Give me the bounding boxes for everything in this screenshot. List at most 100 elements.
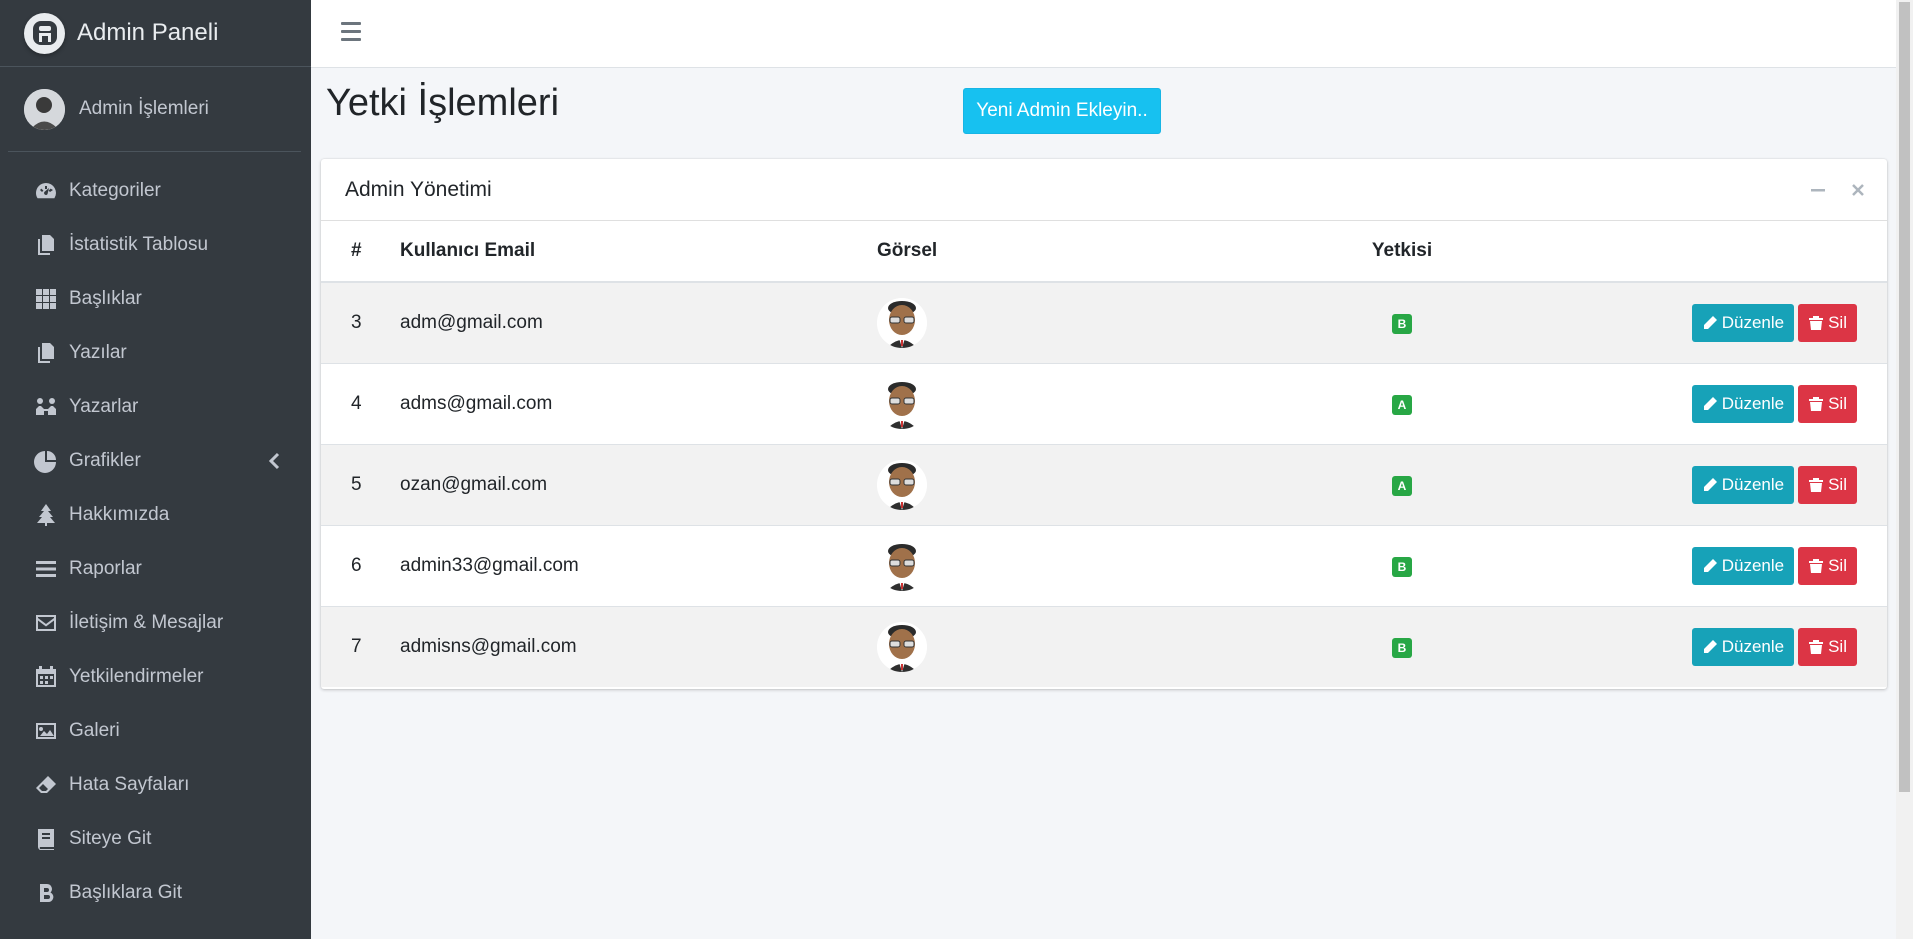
sidebar-item-grafikler[interactable]: Grafikler (0, 434, 311, 488)
sidebar-item-kategoriler[interactable]: Kategoriler (0, 164, 311, 218)
trash-icon (1809, 477, 1824, 492)
delete-label: Sil (1828, 555, 1847, 575)
image-icon (33, 718, 59, 744)
sidebar-item-yazarlar[interactable]: Yazarlar (0, 380, 311, 434)
column-header-image: Görsel (877, 221, 1287, 283)
delete-label: Sil (1828, 312, 1847, 332)
edit-label: Düzenle (1721, 393, 1785, 413)
brand-link[interactable]: Admin Paneli (0, 0, 311, 67)
sidebar-item-istatistik[interactable]: İstatistik Tablosu (0, 218, 311, 272)
sidebar-item-hakkimizda[interactable]: Hakkımızda (0, 488, 311, 542)
scrollbar-thumb[interactable] (1899, 2, 1910, 792)
grid-icon (33, 286, 59, 312)
content-header: Yetki İşlemleri (326, 82, 559, 125)
close-icon[interactable] (1849, 181, 1867, 199)
pie-chart-icon (33, 448, 59, 474)
column-header-actions (1517, 221, 1887, 283)
sidebar-item-galeri[interactable]: Galeri (0, 704, 311, 758)
row-id: 6 (321, 524, 400, 606)
sidebar-item-raporlar[interactable]: Raporlar (0, 542, 311, 596)
sidebar-item-basliklar[interactable]: Başlıklar (0, 272, 311, 326)
column-header-role: Yetkisi (1287, 221, 1517, 283)
sidebar-item-label: İstatistik Tablosu (69, 234, 209, 255)
sidebar-item-siteye-git[interactable]: Siteye Git (0, 812, 311, 866)
table-header-row: # Kullanıcı Email Görsel Yetkisi (321, 221, 1887, 283)
sidebar-item-basliklara-git[interactable]: Başlıklara Git (0, 866, 311, 920)
row-email: adm@gmail.com (400, 281, 877, 363)
chevron-left-icon (268, 452, 280, 470)
admin-avatar-image (877, 297, 927, 348)
sidebar-nav: Kategoriler İstatistik Tablosu Başlıklar… (0, 152, 311, 920)
edit-label: Düzenle (1721, 636, 1785, 656)
sidebar-item-label: Hakkımızda (69, 504, 170, 525)
envelope-icon (33, 610, 59, 636)
card-tools (1809, 181, 1867, 199)
page-scrollbar[interactable] (1896, 0, 1913, 939)
delete-button[interactable]: Sil (1798, 627, 1857, 666)
row-id: 7 (321, 605, 400, 687)
trash-icon (1809, 639, 1824, 654)
role-badge: B (1392, 556, 1412, 577)
delete-label: Sil (1828, 636, 1847, 656)
user-name: Admin İşlemleri (79, 98, 209, 119)
edit-button[interactable]: Düzenle (1691, 627, 1795, 666)
delete-button[interactable]: Sil (1798, 465, 1857, 504)
edit-button[interactable]: Düzenle (1691, 303, 1795, 342)
row-email: adms@gmail.com (400, 362, 877, 444)
book-icon (33, 826, 59, 852)
menu-toggle-icon[interactable] (341, 22, 361, 42)
card-header: Admin Yönetimi (321, 159, 1887, 221)
sidebar: Admin Paneli Admin İşlemleri Kategoriler… (0, 0, 311, 939)
card-title: Admin Yönetimi (345, 177, 492, 201)
user-panel[interactable]: Admin İşlemleri (8, 67, 301, 152)
edit-button[interactable]: Düzenle (1691, 465, 1795, 504)
table-row: 5 ozan@gmail.com A Düzenle Sil (321, 443, 1887, 525)
pencil-icon (1703, 477, 1717, 491)
sidebar-item-label: İletişim & Mesajlar (69, 612, 224, 633)
admin-table: # Kullanıcı Email Görsel Yetkisi 3 adm@g… (321, 221, 1887, 687)
pencil-icon (1703, 639, 1717, 653)
top-navbar (311, 0, 1896, 68)
table-row: 4 adms@gmail.com A Düzenle Sil (321, 362, 1887, 444)
admin-avatar-image (877, 540, 927, 591)
sidebar-item-label: Yazılar (69, 342, 127, 363)
table-row: 6 admin33@gmail.com B Düzenle Sil (321, 524, 1887, 606)
pencil-icon (1703, 396, 1717, 410)
row-email: ozan@gmail.com (400, 443, 877, 525)
role-badge: A (1392, 475, 1412, 496)
sidebar-item-yazilar[interactable]: Yazılar (0, 326, 311, 380)
admin-avatar-image (877, 459, 927, 510)
delete-button[interactable]: Sil (1798, 303, 1857, 342)
sidebar-item-hata[interactable]: Hata Sayfaları (0, 758, 311, 812)
edit-button[interactable]: Düzenle (1691, 546, 1795, 585)
edit-label: Düzenle (1721, 474, 1785, 494)
admin-avatar-image (877, 378, 927, 429)
page-title: Yetki İşlemleri (326, 82, 560, 124)
bold-icon (33, 880, 59, 906)
delete-label: Sil (1828, 393, 1847, 413)
calendar-icon (33, 664, 59, 690)
sidebar-item-yetkilendirmeler[interactable]: Yetkilendirmeler (0, 650, 311, 704)
delete-label: Sil (1828, 474, 1847, 494)
users-icon (33, 394, 59, 420)
column-header-email: Kullanıcı Email (400, 221, 877, 283)
copy-icon (33, 340, 59, 366)
tree-icon (33, 502, 59, 528)
trash-icon (1809, 558, 1824, 573)
add-admin-button[interactable]: Yeni Admin Ekleyin.. (963, 88, 1161, 134)
row-email: admin33@gmail.com (400, 524, 877, 606)
sidebar-item-label: Grafikler (69, 450, 141, 471)
sidebar-item-iletisim[interactable]: İletişim & Mesajlar (0, 596, 311, 650)
admin-avatar-image (877, 621, 927, 672)
edit-button[interactable]: Düzenle (1691, 384, 1795, 423)
table-row: 3 adm@gmail.com B Düzenle Sil (321, 281, 1887, 363)
delete-button[interactable]: Sil (1798, 384, 1857, 423)
brand-logo-icon (24, 12, 65, 54)
sidebar-item-label: Siteye Git (69, 828, 152, 849)
row-id: 4 (321, 362, 400, 444)
collapse-icon[interactable] (1809, 181, 1827, 199)
role-badge: B (1392, 637, 1412, 658)
sidebar-item-label: Kategoriler (69, 180, 161, 201)
sidebar-item-label: Başlıklar (69, 288, 142, 309)
delete-button[interactable]: Sil (1798, 546, 1857, 585)
